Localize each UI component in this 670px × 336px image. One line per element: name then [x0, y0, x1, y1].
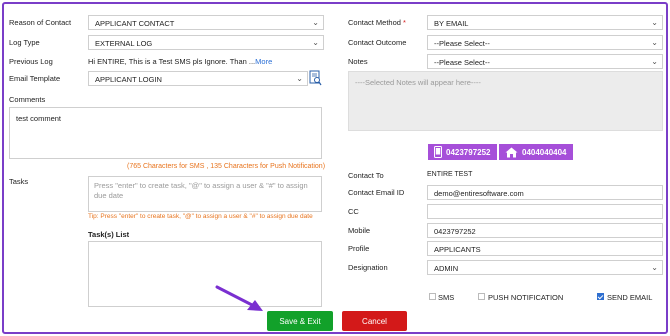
logtype-label: Log Type: [9, 38, 40, 47]
reason-select[interactable]: APPLICANT CONTACT ⌄: [88, 15, 324, 30]
push-label: PUSH NOTIFICATION: [488, 293, 564, 302]
cc-field[interactable]: [427, 204, 663, 219]
outcome-select[interactable]: --Please Select-- ⌄: [427, 35, 663, 50]
mobile-phone-icon: [434, 146, 442, 158]
phone2-button[interactable]: 0404040404: [499, 144, 573, 160]
reason-label: Reason of Contact: [9, 18, 72, 27]
chevron-down-icon: ⌄: [651, 18, 658, 27]
mobile-field[interactable]: 0423797252: [427, 223, 663, 238]
pointer-arrow-icon: [214, 284, 266, 314]
sms-checkbox[interactable]: [429, 293, 436, 300]
sms-label: SMS: [438, 293, 455, 302]
prevlog-more-link[interactable]: More: [255, 57, 272, 66]
outcome-value: --Please Select--: [434, 39, 490, 48]
method-label-text: Contact Method: [348, 18, 401, 27]
tasks-label: Tasks: [9, 177, 29, 186]
notes-label: Notes: [348, 57, 368, 66]
cancel-button[interactable]: Cancel: [342, 311, 407, 331]
designation-label: Designation: [348, 263, 388, 272]
logtype-select[interactable]: EXTERNAL LOG ⌄: [88, 35, 324, 50]
comments-label: Comments: [9, 95, 46, 104]
save-exit-button[interactable]: Save & Exit: [267, 311, 333, 331]
tasks-input[interactable]: Press "enter" to create task, "@" to ass…: [88, 176, 322, 212]
profile-field[interactable]: APPLICANTS: [427, 241, 663, 256]
comments-textarea[interactable]: test comment: [9, 107, 322, 159]
notes-select[interactable]: --Please Select-- ⌄: [427, 54, 663, 69]
chevron-down-icon: ⌄: [651, 38, 658, 47]
profile-value: APPLICANTS: [434, 245, 481, 254]
contactto-label: Contact To: [348, 171, 384, 180]
template-value: APPLICANT LOGIN: [95, 75, 162, 84]
contactto-value: ENTIRE TEST: [427, 171, 473, 178]
tasklist-label: Task(s) List: [88, 230, 130, 239]
chevron-down-icon: ⌄: [312, 38, 319, 47]
reason-value: APPLICANT CONTACT: [95, 19, 175, 28]
mobile-label: Mobile: [348, 226, 371, 235]
tasks-tip: Tip: Press "enter" to create task, "@" t…: [88, 213, 313, 220]
prevlog-snippet: Hi ENTIRE, This is a Test SMS pls Ignore…: [88, 57, 256, 66]
tasks-placeholder: Press "enter" to create task, "@" to ass…: [94, 181, 308, 200]
comments-value: test comment: [16, 114, 62, 123]
email-label: Contact Email ID: [348, 188, 405, 197]
method-select[interactable]: BY EMAIL ⌄: [427, 15, 663, 30]
document-preview-icon[interactable]: [309, 70, 322, 86]
phone2-label: 0404040404: [522, 147, 567, 157]
tasklist-area: [88, 241, 322, 307]
char-counter: (765 Characters for SMS , 135 Characters…: [127, 163, 326, 170]
method-label: Contact Method *: [348, 18, 406, 27]
logtype-value: EXTERNAL LOG: [95, 39, 153, 48]
chevron-down-icon: ⌄: [651, 57, 658, 66]
designation-select[interactable]: ADMIN ⌄: [427, 260, 663, 275]
chevron-down-icon: ⌄: [312, 18, 319, 27]
prevlog-text: Hi ENTIRE, This is a Test SMS pls Ignore…: [88, 57, 272, 66]
cc-label: CC: [348, 207, 359, 216]
method-value: BY EMAIL: [434, 19, 469, 28]
template-select[interactable]: APPLICANT LOGIN ⌄: [88, 71, 308, 86]
notes-area: ----Selected Notes will appear here----: [348, 71, 663, 131]
push-checkbox[interactable]: [478, 293, 485, 300]
mobile-value: 0423797252: [434, 227, 476, 236]
chevron-down-icon: ⌄: [296, 74, 303, 83]
notes-area-placeholder: ----Selected Notes will appear here----: [355, 78, 481, 87]
chevron-down-icon: ⌄: [651, 263, 658, 272]
home-icon: [505, 147, 518, 158]
email-value: demo@entiresoftware.com: [434, 189, 524, 198]
outcome-label: Contact Outcome: [348, 38, 407, 47]
designation-value: ADMIN: [434, 264, 459, 273]
required-asterisk: *: [403, 18, 406, 27]
template-label: Email Template: [9, 74, 61, 83]
sendemail-label: SEND EMAIL: [607, 293, 653, 302]
notes-value: --Please Select--: [434, 58, 490, 67]
email-field[interactable]: demo@entiresoftware.com: [427, 185, 663, 200]
phone1-label: 0423797252: [446, 147, 491, 157]
sendemail-checkbox[interactable]: [597, 293, 604, 300]
profile-label: Profile: [348, 244, 370, 253]
phone1-button[interactable]: 0423797252: [428, 144, 497, 160]
prevlog-label: Previous Log: [9, 57, 53, 66]
